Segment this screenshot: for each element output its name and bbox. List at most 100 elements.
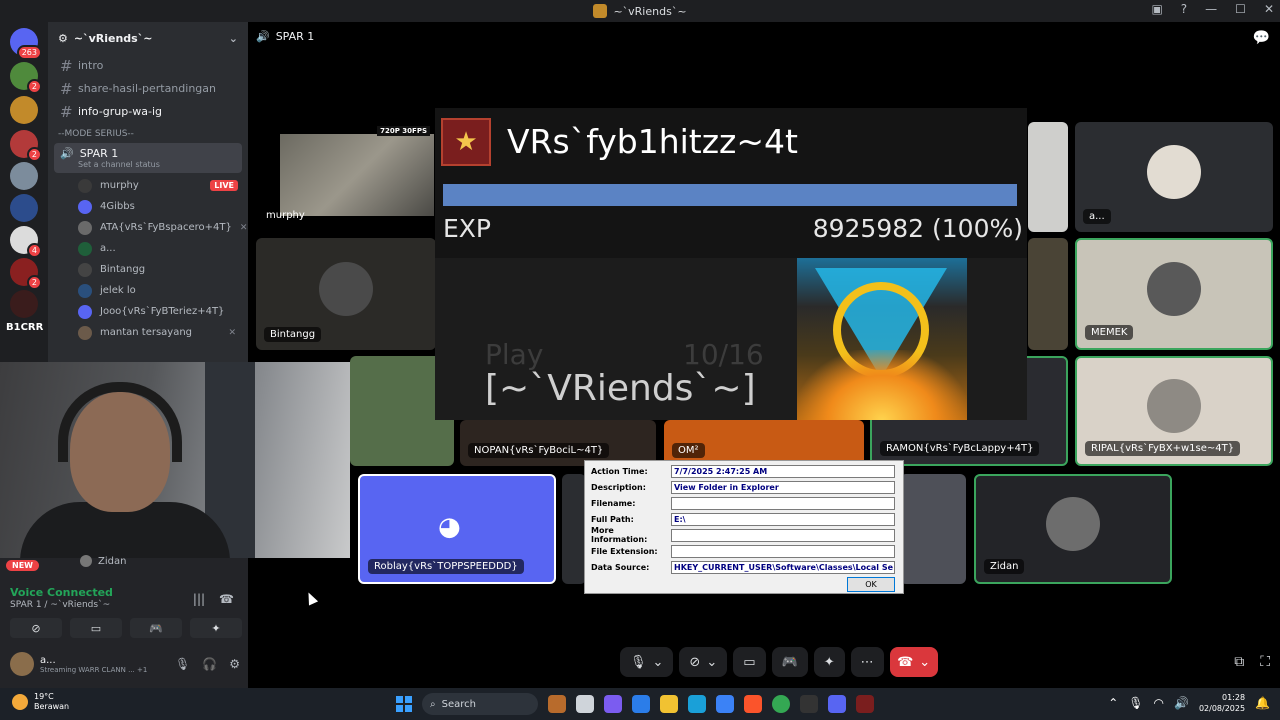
voice-location[interactable]: SPAR 1 / ~`vRiends`~ xyxy=(10,600,110,610)
screen-share-button[interactable]: ▭ xyxy=(70,618,122,638)
notification-icon[interactable]: 🔔 xyxy=(1255,696,1270,710)
discord-icon[interactable] xyxy=(828,695,846,713)
server-icon-4[interactable] xyxy=(10,162,38,190)
voice-channel-spar1[interactable]: 🔊 SPAR 1 Set a channel status xyxy=(54,143,242,173)
server-icon-7[interactable]: 2 xyxy=(10,258,42,290)
guild-header[interactable]: ⚙ ~`vRiends`~ ⌄ xyxy=(48,22,248,54)
volume-icon[interactable]: 🔊 xyxy=(1174,696,1189,710)
camera-toggle-button[interactable]: ⊘ ⌄ xyxy=(679,647,728,677)
file-explorer-icon[interactable] xyxy=(660,695,678,713)
noise-suppression-icon[interactable]: ||| xyxy=(193,592,205,606)
ok-button[interactable]: OK xyxy=(847,577,895,592)
leave-call-button[interactable]: ☎ ⌄ xyxy=(889,647,938,677)
soundboard-button[interactable]: ✦ xyxy=(190,618,242,638)
inbox-icon[interactable]: ▣ xyxy=(1151,2,1162,16)
app-icon[interactable] xyxy=(800,695,818,713)
help-icon[interactable]: ? xyxy=(1181,2,1187,16)
home-button[interactable]: 263 xyxy=(10,28,42,60)
channel-status[interactable]: Set a channel status xyxy=(78,160,236,169)
dialog-value[interactable]: E:\ xyxy=(671,512,895,526)
tile-zidan[interactable]: Zidan xyxy=(974,474,1172,584)
tile-bintangg[interactable]: Bintangg xyxy=(256,238,436,350)
avatar[interactable] xyxy=(10,652,34,676)
chrome-icon[interactable] xyxy=(772,695,790,713)
voice-connected-label[interactable]: Voice Connected xyxy=(10,586,113,599)
server-icon-1[interactable]: 2 xyxy=(10,62,42,94)
dialog-value[interactable] xyxy=(671,528,895,542)
server-icon-8[interactable] xyxy=(10,290,38,318)
taskbar-search[interactable]: ⌕ Search xyxy=(422,693,538,715)
voice-user-zidan[interactable]: Zidan xyxy=(80,555,126,567)
channel-share[interactable]: # share-hasil-pertandingan xyxy=(48,77,248,100)
game-icon[interactable] xyxy=(856,695,874,713)
voice-user[interactable]: Bintangg xyxy=(48,259,248,280)
server-icon-3[interactable]: 2 xyxy=(10,130,42,162)
user-controls: 🎙 🎧 ⚙ xyxy=(175,657,240,671)
voice-user[interactable]: 4Gibbs xyxy=(48,196,248,217)
screen-share-button[interactable]: ▭ xyxy=(733,647,766,677)
task-view-icon[interactable] xyxy=(576,695,594,713)
user-info[interactable]: a... Streaming WARR CLANN ... +1 xyxy=(40,655,147,674)
brave-icon[interactable] xyxy=(744,695,762,713)
dialog-value[interactable]: View Folder in Explorer xyxy=(671,480,895,494)
avatar xyxy=(1147,262,1201,316)
server-icon-6[interactable]: 4 xyxy=(10,226,42,258)
mic-toggle-button[interactable]: 🎙 ⌄ xyxy=(620,647,674,677)
maximize-button[interactable]: ☐ xyxy=(1235,2,1246,16)
mic-icon[interactable]: 🎙 xyxy=(1128,696,1143,710)
guild-tag: [~`VRiends`~] xyxy=(485,368,756,409)
dialog-value[interactable]: HKEY_CURRENT_USER\Software\Classes\Local… xyxy=(671,560,895,574)
tile-partial-4[interactable] xyxy=(562,474,586,584)
store-icon[interactable] xyxy=(716,695,734,713)
close-button[interactable]: ✕ xyxy=(1264,2,1274,16)
mic-icon[interactable]: 🎙 xyxy=(175,657,190,671)
dialog-value[interactable]: 7/7/2025 2:47:25 AM xyxy=(671,464,895,478)
server-icon-vriends[interactable] xyxy=(10,96,38,124)
clock[interactable]: 01:28 02/08/2025 xyxy=(1199,692,1245,714)
voice-user[interactable]: jelek lo xyxy=(48,280,248,301)
wifi-icon[interactable]: ◠ xyxy=(1154,696,1164,710)
voice-user[interactable]: ATA{vRs`FyBspacero+4T} ✕ xyxy=(48,217,248,238)
fullscreen-icon[interactable]: ⛶ xyxy=(1260,654,1270,670)
tile-memek[interactable]: MEMEK xyxy=(1075,238,1273,350)
tile-partial-5[interactable] xyxy=(900,474,966,584)
camera-off-button[interactable]: ⊘ xyxy=(10,618,62,638)
weather-widget[interactable]: 19°C Berawan xyxy=(12,692,69,712)
disconnect-icon[interactable]: ☎ xyxy=(219,592,234,606)
more-options-button[interactable]: ⋯ xyxy=(850,647,884,677)
chevron-down-icon: ⌄ xyxy=(228,31,238,45)
chat-icon[interactable]: 💬 xyxy=(1253,30,1270,46)
headphones-icon[interactable]: 🎧 xyxy=(202,657,217,671)
minimize-button[interactable]: — xyxy=(1205,2,1217,16)
tile-partial-1[interactable] xyxy=(1028,122,1068,232)
popout-icon[interactable]: ⧉ xyxy=(1234,654,1244,670)
copilot-icon[interactable] xyxy=(604,695,622,713)
dialog-value[interactable] xyxy=(671,496,895,510)
app-icon[interactable] xyxy=(632,695,650,713)
tile-partial-2[interactable] xyxy=(1028,238,1068,350)
dialog-value[interactable] xyxy=(671,544,895,558)
voice-user[interactable]: murphy LIVE xyxy=(48,175,248,196)
server-icon-5[interactable] xyxy=(10,194,38,222)
voice-user[interactable]: a... xyxy=(48,238,248,259)
settings-gear-icon[interactable]: ⚙ xyxy=(229,657,240,671)
tile-ripal[interactable]: RIPAL{vRs`FyBX+w1se~4T} xyxy=(1075,356,1273,466)
activities-button[interactable]: 🎮 xyxy=(771,647,808,677)
tile-roblay[interactable]: ◕ Roblay{vRs`TOPPSPEEDDD} xyxy=(358,474,556,584)
soundboard-button[interactable]: ✦ xyxy=(813,647,845,677)
stream-preview[interactable]: 720P 30FPS xyxy=(280,126,434,216)
windows-start-icon[interactable] xyxy=(396,696,412,712)
voice-user[interactable]: mantan tersayang ✕ xyxy=(48,322,248,343)
category-mode-serius[interactable]: --MODE SERIUS-- xyxy=(48,123,248,141)
activities-button[interactable]: 🎮 xyxy=(130,618,182,638)
chevron-up-icon[interactable]: ⌃ xyxy=(1108,696,1118,710)
new-badge[interactable]: NEW xyxy=(6,560,39,571)
channel-info[interactable]: # info-grup-wa-ig xyxy=(48,100,248,123)
channel-intro[interactable]: # intro xyxy=(48,54,248,77)
tile-a[interactable]: a... xyxy=(1075,122,1273,232)
edge-icon[interactable] xyxy=(688,695,706,713)
server-label[interactable]: B1CRR xyxy=(6,322,43,333)
avatar xyxy=(78,262,92,277)
voice-user[interactable]: Jooo{vRs`FyBTeriez+4T} xyxy=(48,301,248,322)
bread-app-icon[interactable] xyxy=(548,695,566,713)
